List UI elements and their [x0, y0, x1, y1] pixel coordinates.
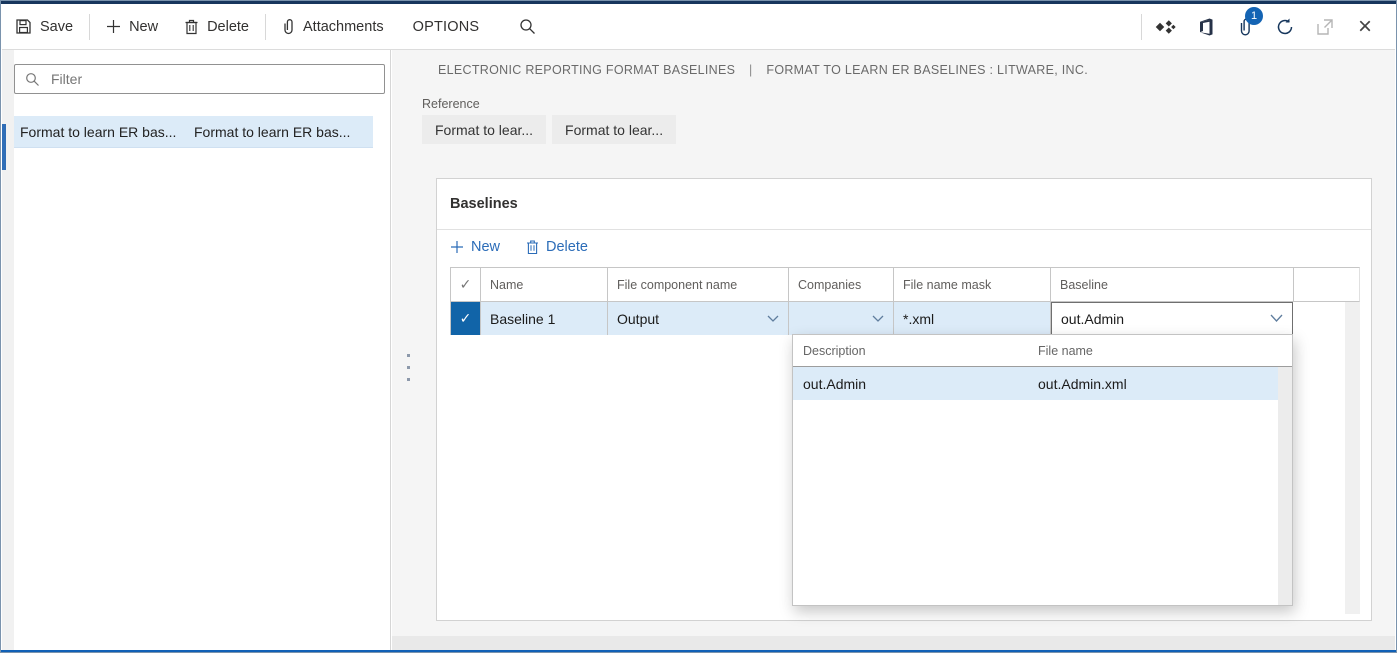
column-header-file-component[interactable]: File component name: [607, 268, 788, 301]
baseline-lookup-flyout: Description File name out.Admin out.Admi…: [792, 334, 1293, 606]
cell-file-component-value: Output: [617, 311, 659, 327]
save-button[interactable]: Save: [2, 4, 86, 49]
record-list-panel: Format to learn ER bas... Format to lear…: [14, 49, 391, 650]
search-button[interactable]: [509, 4, 546, 49]
baseline-combobox[interactable]: out.Admin: [1051, 302, 1293, 335]
popout-button[interactable]: [1305, 7, 1345, 47]
grid-delete-button[interactable]: Delete: [526, 239, 588, 255]
system-buttons: 1 ×: [1138, 7, 1395, 47]
record-description: Format to learn ER bas...: [194, 124, 373, 140]
breadcrumb-page: FORMAT TO LEARN ER BASELINES : LITWARE, …: [766, 63, 1088, 77]
cell-file-component[interactable]: Output: [607, 302, 788, 335]
action-pane: Save New Delete Attachments OPTIONS: [2, 4, 1395, 50]
open-in-new-window-icon: [1316, 18, 1334, 36]
new-button[interactable]: New: [93, 4, 171, 49]
delete-button[interactable]: Delete: [171, 4, 262, 49]
save-label: Save: [40, 19, 73, 35]
breadcrumb: ELECTRONIC REPORTING FORMAT BASELINES | …: [438, 63, 1088, 77]
record-name: Format to learn ER bas...: [14, 124, 194, 140]
window-top-edge: [1, 1, 1396, 4]
lookup-scrollbar[interactable]: [1278, 367, 1292, 605]
toolbar-separator: [1141, 14, 1142, 40]
grid-scrollbar[interactable]: [1345, 302, 1360, 614]
cell-baseline[interactable]: out.Admin: [1050, 302, 1293, 335]
chevron-down-icon[interactable]: [767, 315, 779, 323]
office-logo-icon: [1196, 17, 1215, 37]
cell-file-mask[interactable]: *.xml: [893, 302, 1050, 335]
lookup-header-description: Description: [793, 344, 1038, 358]
plus-icon: [450, 240, 464, 254]
filter-input[interactable]: [49, 70, 374, 88]
options-label: OPTIONS: [413, 19, 480, 35]
notification-badge: 1: [1245, 7, 1263, 25]
grid-delete-label: Delete: [546, 239, 588, 255]
paperclip-icon: [282, 18, 295, 35]
bottom-strip: [392, 636, 1395, 650]
app-window: Save New Delete Attachments OPTIONS: [0, 0, 1397, 653]
grid-header-row: ✓ Name File component name Companies Fil…: [450, 267, 1360, 302]
filter-field[interactable]: [14, 64, 385, 94]
grid-new-button[interactable]: New: [450, 239, 500, 255]
reference-value-1[interactable]: Format to lear...: [422, 115, 546, 144]
nav-selection-indicator: [2, 124, 6, 170]
lookup-header-row: Description File name: [793, 335, 1292, 367]
record-list-item[interactable]: Format to learn ER bas... Format to lear…: [14, 116, 373, 148]
save-icon: [15, 18, 32, 35]
baselines-grid: ✓ Name File component name Companies Fil…: [450, 267, 1360, 335]
toolbar-separator: [89, 14, 90, 40]
filter-search-icon: [25, 72, 40, 87]
card-toolbar: New Delete: [450, 239, 588, 255]
trash-icon: [526, 240, 539, 255]
chevron-down-icon[interactable]: [1270, 314, 1283, 323]
lookup-header-file-name: File name: [1038, 344, 1292, 358]
card-title: Baselines: [450, 196, 518, 212]
chevron-down-icon[interactable]: [872, 315, 884, 323]
breadcrumb-divider: |: [749, 63, 753, 77]
grid-header-filler: [1293, 268, 1359, 301]
search-icon: [519, 18, 536, 35]
office-apps-button[interactable]: [1185, 7, 1225, 47]
lookup-item-description: out.Admin: [793, 376, 1038, 392]
window-bottom-edge: [1, 650, 1396, 652]
refresh-icon: [1275, 17, 1295, 37]
card-divider: [437, 229, 1371, 230]
lookup-item-file-name: out.Admin.xml: [1038, 376, 1292, 392]
diamonds-icon: [1154, 19, 1176, 35]
cell-companies[interactable]: [788, 302, 893, 335]
attachments-count-button[interactable]: 1: [1225, 7, 1265, 47]
refresh-button[interactable]: [1265, 7, 1305, 47]
column-header-file-mask[interactable]: File name mask: [893, 268, 1050, 301]
column-header-companies[interactable]: Companies: [788, 268, 893, 301]
lookup-item-out-admin[interactable]: out.Admin out.Admin.xml: [793, 367, 1292, 400]
main-content: ELECTRONIC REPORTING FORMAT BASELINES | …: [392, 49, 1395, 650]
row-selected-checkbox[interactable]: ✓: [450, 302, 480, 335]
select-all-checkbox[interactable]: ✓: [450, 268, 480, 301]
reference-value-2[interactable]: Format to lear...: [552, 115, 676, 144]
breadcrumb-section[interactable]: ELECTRONIC REPORTING FORMAT BASELINES: [438, 63, 735, 77]
grid-new-label: New: [471, 239, 500, 255]
panel-splitter-handle[interactable]: [407, 354, 410, 381]
baseline-combobox-value: out.Admin: [1061, 311, 1124, 327]
new-label: New: [129, 19, 158, 35]
left-nav-rail: [2, 49, 14, 650]
cell-name[interactable]: Baseline 1: [480, 302, 607, 335]
close-icon: ×: [1358, 15, 1372, 39]
plus-icon: [106, 19, 121, 34]
attachments-label: Attachments: [303, 19, 384, 35]
reference-values: Format to lear... Format to lear...: [422, 115, 676, 144]
toolbar-separator: [265, 14, 266, 40]
delete-label: Delete: [207, 19, 249, 35]
options-menu[interactable]: OPTIONS: [397, 4, 496, 49]
column-header-name[interactable]: Name: [480, 268, 607, 301]
column-header-baseline[interactable]: Baseline: [1050, 268, 1293, 301]
trash-icon: [184, 19, 199, 35]
task-recorder-button[interactable]: [1145, 7, 1185, 47]
attachments-button[interactable]: Attachments: [269, 4, 397, 49]
close-button[interactable]: ×: [1345, 7, 1385, 47]
reference-label: Reference: [422, 97, 480, 111]
grid-row-baseline-1[interactable]: ✓ Baseline 1 Output *.xml: [450, 302, 1360, 335]
